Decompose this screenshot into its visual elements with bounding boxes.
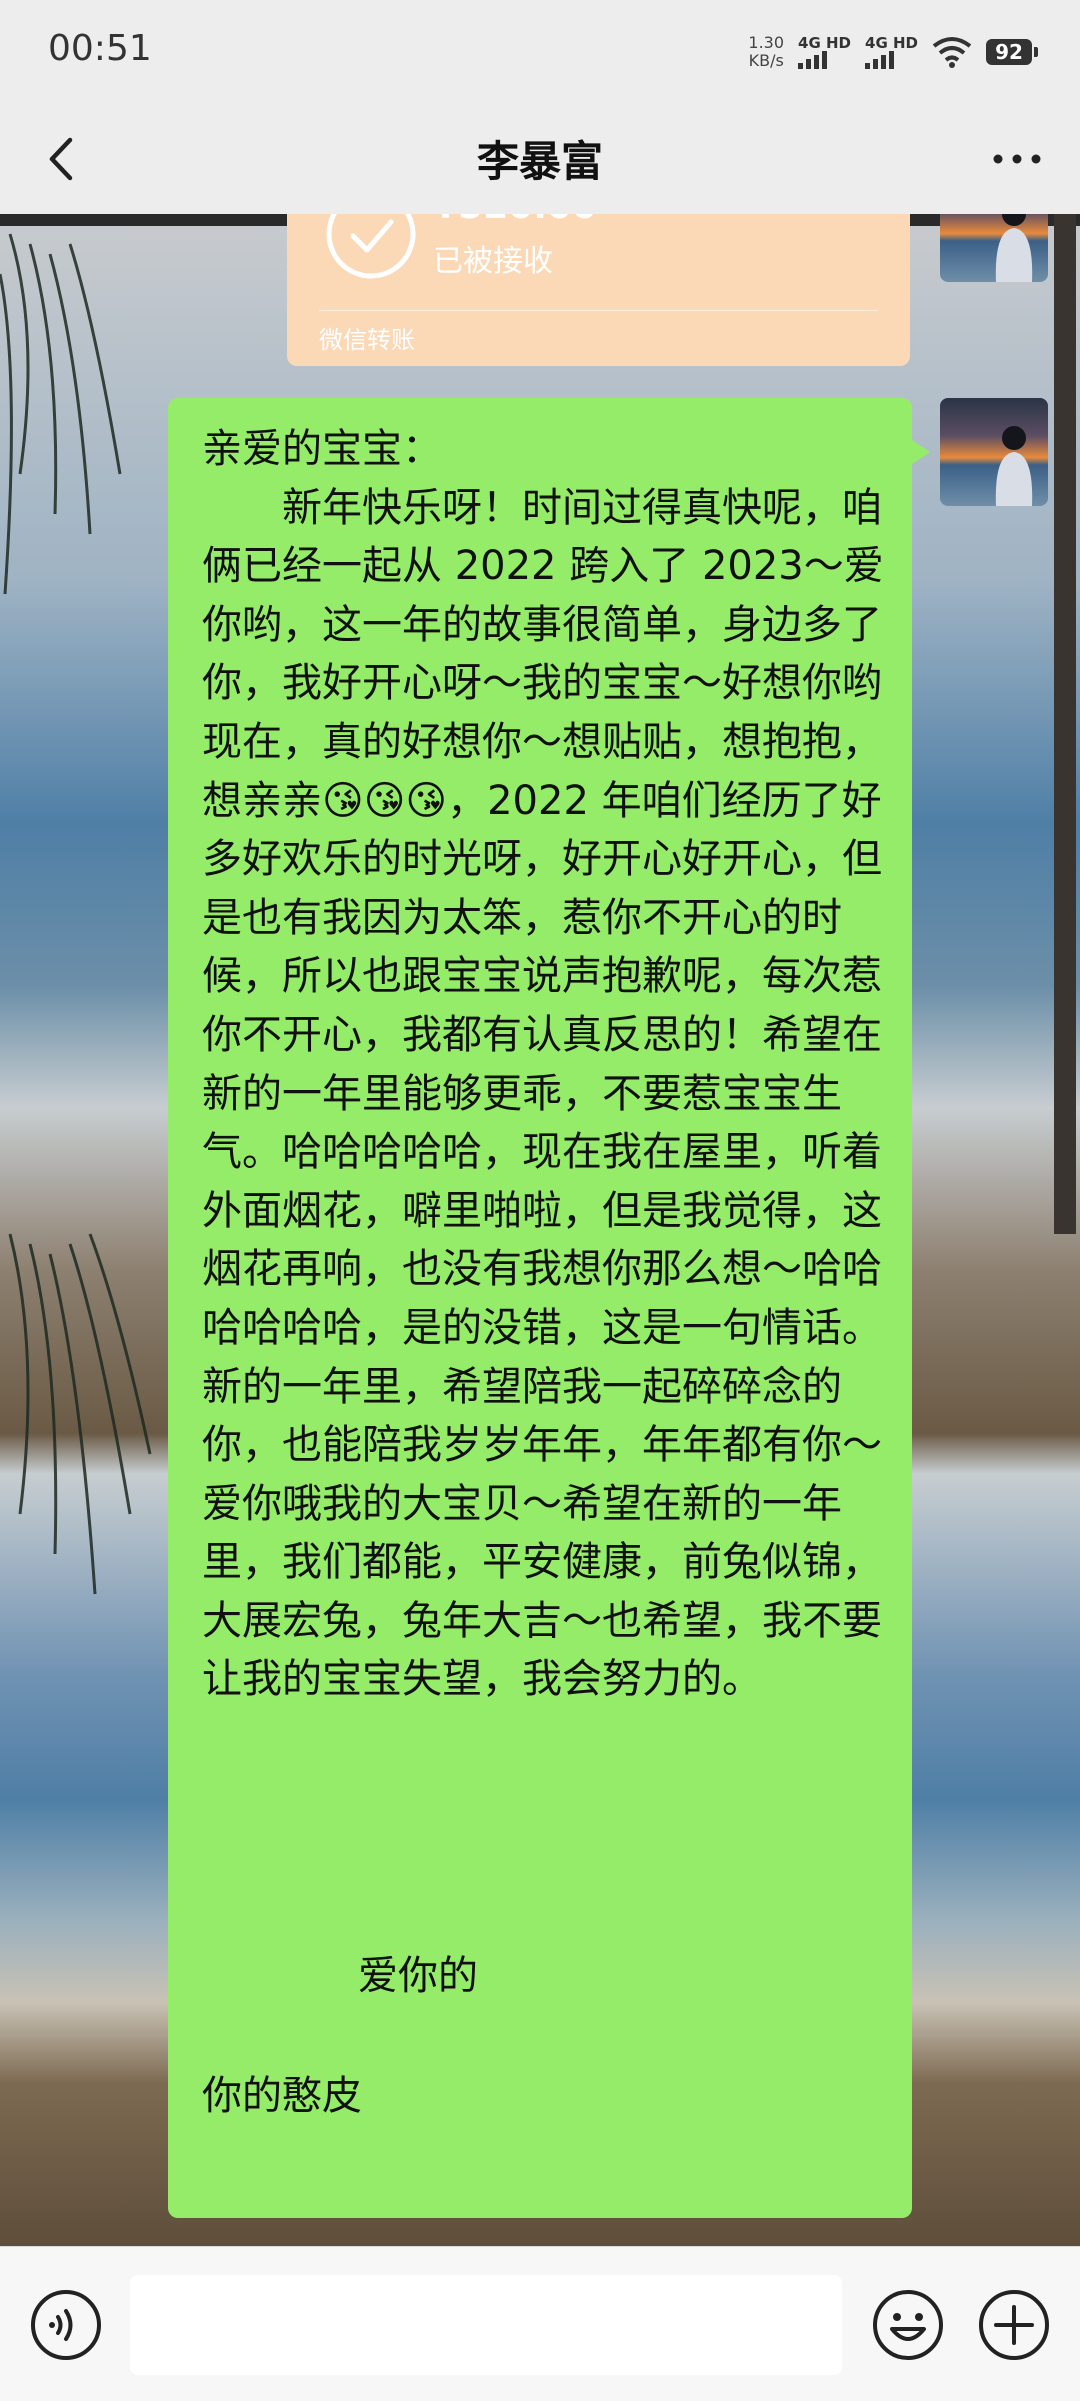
voice-icon (31, 2290, 101, 2360)
plus-icon (979, 2290, 1049, 2360)
my-avatar[interactable] (940, 398, 1048, 506)
my-avatar[interactable] (940, 214, 1048, 282)
wifi-icon (932, 37, 972, 68)
avatar-person-silhouette (995, 214, 1033, 282)
status-bar: 00:51 1.30 KB/s 4G HD 4G HD 92 (0, 0, 1080, 104)
more-dots-icon (993, 154, 1041, 164)
more-button[interactable] (984, 126, 1050, 192)
plus-button[interactable] (976, 2287, 1052, 2363)
wallpaper-palm-leaves (0, 233, 152, 1595)
text-message-bubble[interactable]: 亲爱的宝宝： 新年快乐呀！时间过得真快呢，咱俩已经一起从 2022 跨入了 20… (168, 398, 930, 2218)
battery-icon: 92 (986, 39, 1038, 65)
status-time: 00:51 (48, 28, 152, 69)
transfer-footer: 微信转账 (319, 326, 415, 354)
sim2-signal-icon: 4G HD (865, 35, 918, 69)
transfer-message[interactable]: ¥520.00 已被接收 微信转账 (287, 214, 910, 366)
emoji-icon (873, 2290, 943, 2360)
sim1-signal-icon: 4G HD (798, 35, 851, 69)
chat-header: 李暴富 (0, 104, 1080, 214)
transfer-status: 已被接收 (433, 244, 553, 279)
network-speed-unit: KB/s (748, 51, 784, 70)
check-circle-icon (326, 214, 416, 279)
chat-title: 李暴富 (476, 137, 603, 186)
voice-button[interactable] (28, 2287, 104, 2363)
transfer-divider (319, 310, 878, 311)
network-speed-value: 1.30 (748, 33, 785, 52)
letter-signature: 你的憨皮 (202, 2073, 362, 2119)
battery-level: 92 (995, 40, 1023, 64)
chat-input-bar (0, 2246, 1080, 2401)
transfer-amount: ¥520.00 (433, 214, 597, 227)
network-speed: 1.30 KB/s (748, 34, 784, 70)
message-input[interactable] (130, 2275, 842, 2375)
wallpaper-pole (1054, 214, 1076, 1234)
sim1-label: 4G HD (798, 34, 852, 52)
status-icons: 1.30 KB/s 4G HD 4G HD 92 (748, 30, 1038, 74)
letter-signoff: 爱你的 (358, 1953, 478, 1999)
letter-greeting: 亲爱的宝宝： (202, 426, 442, 472)
chat-message-list[interactable]: ¥520.00 已被接收 微信转账 亲爱的宝宝： 新年快乐呀！时间过得真快呢，咱… (0, 214, 1080, 2246)
emoji-button[interactable] (870, 2287, 946, 2363)
letter-body: 新年快乐呀！时间过得真快呢，咱俩已经一起从 2022 跨入了 2023～爱你哟，… (202, 484, 884, 1703)
avatar-person-silhouette (995, 426, 1033, 506)
sim2-label: 4G HD (865, 34, 918, 52)
